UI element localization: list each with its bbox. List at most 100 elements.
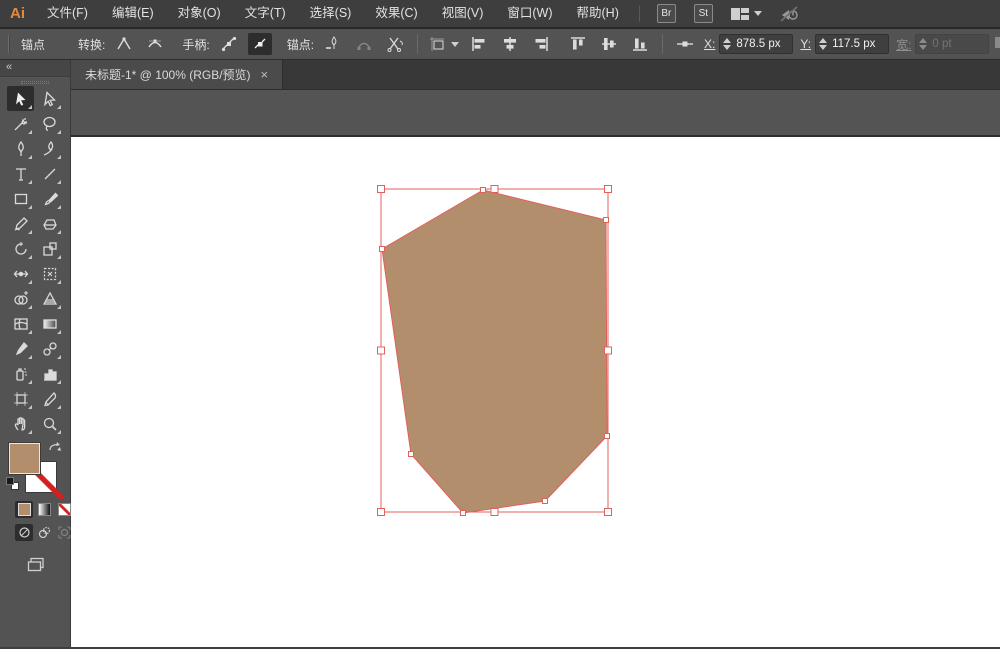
align-bottom-button[interactable] (628, 33, 652, 55)
anchor-point[interactable] (460, 510, 466, 516)
paint-color-button[interactable] (15, 501, 33, 518)
align-to-artboard-icon (430, 37, 445, 51)
tool-gradient[interactable] (36, 311, 63, 336)
align-top-button[interactable] (566, 33, 590, 55)
align-center-horizontal-button[interactable] (498, 33, 522, 55)
tool-direct-selection[interactable] (36, 86, 63, 111)
tool-magic-wand[interactable] (7, 111, 34, 136)
tool-perspective-grid[interactable] (36, 286, 63, 311)
width-stepper (919, 38, 928, 50)
hide-handles-button[interactable] (247, 33, 272, 55)
fill-color-swatch[interactable] (9, 443, 40, 474)
convert-corner-button[interactable] (112, 33, 136, 55)
distribute-button[interactable] (673, 33, 697, 55)
tool-column-graph[interactable] (36, 361, 63, 386)
bbox-handle[interactable] (377, 508, 385, 516)
gpu-performance-button[interactable] (778, 5, 800, 23)
tool-line-segment[interactable] (36, 161, 63, 186)
tool-scale[interactable] (36, 236, 63, 261)
menu-view[interactable]: 视图(V) (430, 0, 496, 27)
tool-pen[interactable] (7, 136, 34, 161)
draw-normal-button[interactable] (15, 524, 33, 541)
tool-slice[interactable] (36, 386, 63, 411)
x-input[interactable]: 878.5 px (719, 34, 794, 54)
show-handles-button[interactable] (217, 33, 241, 55)
bbox-handle[interactable] (490, 185, 499, 193)
tool-shaper[interactable] (7, 211, 34, 236)
tool-width[interactable] (7, 261, 34, 286)
change-screen-mode-button[interactable] (24, 553, 48, 575)
align-left-button[interactable] (467, 33, 491, 55)
remove-anchor-button[interactable] (321, 33, 345, 55)
handles-label: 手柄: (182, 37, 210, 52)
anchor-point[interactable] (480, 187, 486, 193)
swap-fill-stroke-icon[interactable] (47, 441, 63, 455)
bbox-handle[interactable] (604, 185, 612, 193)
menu-window[interactable]: 窗口(W) (495, 0, 564, 27)
tool-type[interactable] (7, 161, 34, 186)
menu-effect[interactable]: 效果(C) (363, 0, 429, 27)
convert-corner-icon (117, 37, 131, 50)
anchor-point[interactable] (603, 217, 609, 223)
tool-eyedropper[interactable] (7, 336, 34, 361)
bbox-handle[interactable] (604, 508, 612, 516)
bbox-handle[interactable] (377, 185, 385, 193)
shape-polygon[interactable] (381, 189, 608, 514)
y-input[interactable]: 117.5 px (815, 34, 890, 54)
tools-panel-header[interactable]: « (0, 60, 70, 77)
bbox-handle[interactable] (490, 508, 499, 516)
canvas-area[interactable] (71, 90, 1000, 647)
y-label[interactable]: Y: (800, 37, 811, 51)
menu-object[interactable]: 对象(O) (166, 0, 233, 27)
align-to-artboard-button[interactable] (428, 33, 460, 55)
menu-select[interactable]: 选择(S) (298, 0, 364, 27)
document-tabbar: 未标题-1* @ 100% (RGB/预览) × (71, 60, 1000, 90)
bridge-button[interactable]: Br (656, 4, 676, 23)
anchor-point[interactable] (408, 451, 414, 457)
tool-mesh[interactable] (7, 311, 34, 336)
tool-shape-builder[interactable] (7, 286, 34, 311)
tools-panel-grip[interactable] (21, 81, 49, 84)
tool-rectangle[interactable] (7, 186, 34, 211)
tool-free-transform[interactable] (36, 261, 63, 286)
draw-behind-button[interactable] (35, 524, 53, 541)
close-icon[interactable]: × (261, 68, 269, 81)
menu-type[interactable]: 文字(T) (233, 0, 298, 27)
anchor-point[interactable] (379, 246, 385, 252)
menu-help[interactable]: 帮助(H) (565, 0, 631, 27)
tool-hand[interactable] (7, 411, 34, 436)
document-tab[interactable]: 未标题-1* @ 100% (RGB/预览) × (71, 60, 284, 89)
align-middle-vertical-button[interactable] (597, 33, 621, 55)
anchor-point[interactable] (542, 498, 548, 504)
connect-path-button[interactable] (352, 33, 376, 55)
default-fill-stroke-icon[interactable] (6, 477, 19, 490)
tool-blend[interactable] (36, 336, 63, 361)
convert-smooth-button[interactable] (143, 33, 167, 55)
cut-path-button[interactable] (383, 33, 407, 55)
align-right-icon (535, 37, 548, 51)
tool-symbol-sprayer[interactable] (7, 361, 34, 386)
workspace-switcher-button[interactable] (730, 7, 762, 21)
tool-rotate[interactable] (7, 236, 34, 261)
convert-smooth-icon (148, 39, 162, 48)
tool-eraser[interactable] (36, 211, 63, 236)
y-position-field: Y: 117.5 px (800, 34, 890, 54)
align-right-button[interactable] (529, 33, 553, 55)
tool-selection[interactable] (7, 86, 34, 111)
menu-edit[interactable]: 编辑(E) (100, 0, 166, 27)
tool-curvature[interactable] (36, 136, 63, 161)
x-stepper[interactable] (723, 38, 732, 50)
y-stepper[interactable] (819, 38, 828, 50)
bbox-handle[interactable] (604, 346, 612, 355)
convert-label: 转换: (78, 37, 106, 52)
paint-gradient-button[interactable] (35, 501, 53, 518)
bbox-handle[interactable] (377, 346, 385, 355)
x-label[interactable]: X: (704, 37, 715, 51)
anchor-point[interactable] (604, 433, 610, 439)
tool-artboard[interactable] (7, 386, 34, 411)
tool-paintbrush[interactable] (36, 186, 63, 211)
tool-zoom[interactable] (36, 411, 63, 436)
menu-file[interactable]: 文件(F) (35, 0, 100, 27)
stock-button[interactable]: St (693, 4, 713, 23)
tool-lasso[interactable] (36, 111, 63, 136)
